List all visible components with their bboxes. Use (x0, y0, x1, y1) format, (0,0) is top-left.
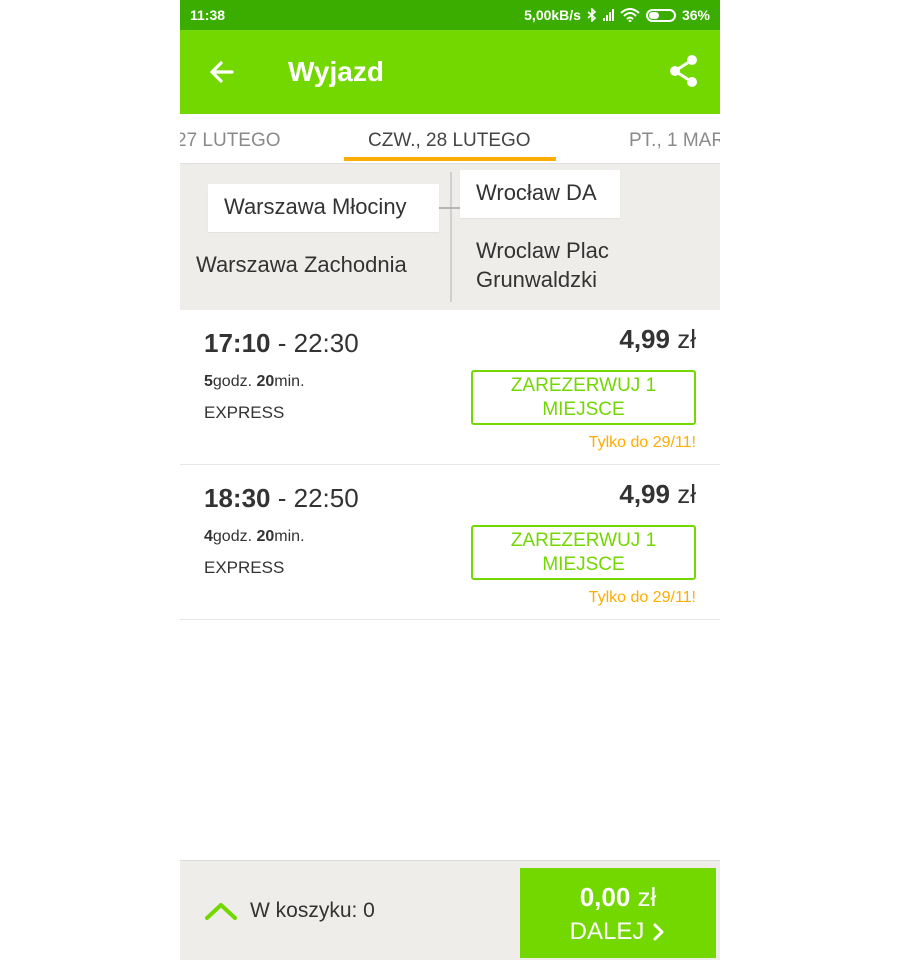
trip-duration: 4godz. 20min. (204, 528, 305, 546)
page-title: Wyjazd (288, 56, 384, 87)
duration-minutes: 20 (256, 373, 275, 390)
route-divider (450, 172, 452, 302)
back-arrow-icon[interactable] (206, 56, 238, 88)
trip-price: 4,99 zł (619, 324, 696, 355)
trip-type: EXPRESS (204, 558, 285, 577)
duration-hours-unit: godz. (212, 528, 253, 545)
from-station-option[interactable]: Warszawa Zachodnia (196, 250, 407, 279)
trip-times: 18:30 - 22:50 (204, 483, 359, 514)
next-label-row: DALEJ (520, 918, 716, 946)
status-time: 11:38 (190, 7, 226, 23)
bottom-bar: W koszyku: 0 0,00 zł DALEJ (180, 860, 720, 960)
price-currency: zł (677, 479, 696, 509)
departure-time: 18:30 (204, 483, 271, 513)
battery-icon (645, 8, 676, 22)
next-button[interactable]: 0,00 zł DALEJ (520, 868, 716, 958)
trip-item[interactable]: 18:30 - 22:50 4godz. 20min. EXPRESS 4,99… (180, 465, 720, 620)
trip-times: 17:10 - 22:30 (204, 328, 359, 359)
tab-prev-date[interactable]: 27 LUTEGO (180, 130, 281, 152)
to-station-option[interactable]: Wroclaw Plac Grunwaldzki (476, 236, 609, 294)
route-selector: Warszawa Młociny Warszawa Zachodnia Wroc… (180, 164, 720, 310)
bluetooth-icon (587, 8, 597, 22)
time-separator: - (270, 328, 294, 358)
departure-time: 17:10 (204, 328, 271, 358)
duration-hours: 5 (204, 373, 213, 390)
net-speed: 5,00kB/s (524, 7, 581, 23)
tab-indicator (344, 157, 556, 161)
price-amount: 4,99 (619, 324, 670, 354)
signal-icon (602, 9, 614, 21)
arrival-time: 22:50 (293, 483, 359, 513)
reserve-button[interactable]: ZAREZERWUJ 1 MIEJSCE (471, 525, 696, 580)
wifi-icon (620, 8, 640, 22)
trip-type: EXPRESS (204, 403, 285, 422)
cart-toggle[interactable]: W koszyku: 0 (204, 899, 375, 923)
promo-note: Tylko do 29/11! (588, 434, 696, 451)
chevron-up-icon (205, 903, 237, 920)
from-station-selected[interactable]: Warszawa Młociny (208, 184, 439, 232)
time-separator: - (270, 483, 294, 513)
status-icons: 5,00kB/s 36% (524, 7, 710, 23)
trip-duration: 5godz. 20min. (204, 373, 305, 391)
promo-note: Tylko do 29/11! (588, 589, 696, 606)
app-screen: 11:38 5,00kB/s 36% Wyjazd 27 LUTEGO CZW.… (180, 0, 720, 960)
date-tabs: 27 LUTEGO CZW., 28 LUTEGO PT., 1 MARCA (180, 114, 720, 164)
duration-minutes-unit: min. (274, 373, 305, 390)
to-station-selected[interactable]: Wrocław DA (460, 170, 620, 218)
cart-label: W koszyku: 0 (250, 899, 375, 922)
total-currency: zł (637, 882, 657, 912)
total-amount: 0,00 (579, 882, 631, 912)
route-connector (439, 207, 461, 209)
trip-price: 4,99 zł (619, 479, 696, 510)
duration-hours-unit: godz. (212, 373, 253, 390)
arrival-time: 22:30 (293, 328, 359, 358)
trip-item[interactable]: 17:10 - 22:30 5godz. 20min. EXPRESS 4,99… (180, 310, 720, 465)
duration-minutes-unit: min. (274, 528, 305, 545)
app-bar: Wyjazd (180, 30, 720, 114)
reserve-button[interactable]: ZAREZERWUJ 1 MIEJSCE (471, 370, 696, 425)
tab-next-date[interactable]: PT., 1 MARCA (629, 130, 720, 152)
next-label: DALEJ (569, 918, 645, 945)
price-currency: zł (677, 324, 696, 354)
cart-total: 0,00 zł (520, 882, 716, 913)
duration-hours: 4 (204, 528, 213, 545)
tab-active-date[interactable]: CZW., 28 LUTEGO (368, 130, 531, 152)
price-amount: 4,99 (619, 479, 670, 509)
battery-level: 36% (681, 7, 710, 23)
share-icon[interactable] (668, 54, 700, 88)
chevron-right-icon (653, 923, 664, 941)
status-bar: 11:38 5,00kB/s 36% (180, 0, 720, 30)
duration-minutes: 20 (256, 528, 275, 545)
